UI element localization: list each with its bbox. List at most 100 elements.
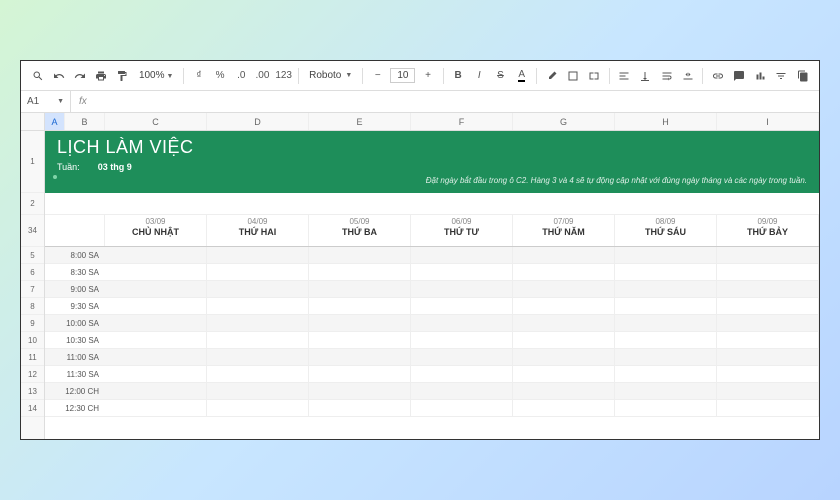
day-col[interactable]: 09/09THỨ BẢY: [717, 215, 819, 246]
time-row[interactable]: 8:30 SA: [45, 264, 819, 281]
paint-format-icon[interactable]: [114, 66, 131, 86]
time-slot[interactable]: [207, 264, 309, 280]
more-formats-icon[interactable]: 123: [275, 66, 292, 86]
time-slot[interactable]: [207, 298, 309, 314]
bold-icon[interactable]: B: [450, 66, 467, 86]
time-slot[interactable]: [309, 332, 411, 348]
filter-icon[interactable]: [773, 66, 790, 86]
time-slot[interactable]: [411, 332, 513, 348]
time-slot[interactable]: [309, 247, 411, 263]
day-col[interactable]: 05/09THỨ BA: [309, 215, 411, 246]
banner[interactable]: LỊCH LÀM VIỆC Tuần: 03 thg 9 Đặt ngày bắ…: [45, 131, 819, 193]
time-slot[interactable]: [615, 281, 717, 297]
time-row[interactable]: 9:00 SA: [45, 281, 819, 298]
time-slot[interactable]: [615, 383, 717, 399]
time-slot[interactable]: [411, 281, 513, 297]
row-header[interactable]: 13: [21, 383, 44, 400]
time-row[interactable]: 10:30 SA: [45, 332, 819, 349]
time-slot[interactable]: [411, 349, 513, 365]
time-slot[interactable]: [309, 281, 411, 297]
row-header[interactable]: 12: [21, 366, 44, 383]
time-slot[interactable]: [207, 400, 309, 416]
search-icon[interactable]: [29, 66, 46, 86]
col-header-a[interactable]: A: [45, 113, 65, 130]
time-slot[interactable]: [717, 247, 819, 263]
row-header[interactable]: 2: [21, 193, 44, 215]
time-slot[interactable]: [513, 349, 615, 365]
decimal-increase-icon[interactable]: .00: [254, 66, 271, 86]
time-slot[interactable]: [513, 281, 615, 297]
currency-icon[interactable]: ₫: [190, 66, 207, 86]
row-header[interactable]: 11: [21, 349, 44, 366]
time-slot[interactable]: [513, 247, 615, 263]
time-slot[interactable]: [105, 281, 207, 297]
time-slot[interactable]: [105, 247, 207, 263]
col-header-i[interactable]: I: [717, 113, 819, 130]
undo-icon[interactable]: [50, 66, 67, 86]
link-icon[interactable]: [709, 66, 726, 86]
row-header[interactable]: 5: [21, 247, 44, 264]
time-slot[interactable]: [309, 315, 411, 331]
time-slot[interactable]: [207, 315, 309, 331]
time-slot[interactable]: [411, 383, 513, 399]
italic-icon[interactable]: I: [471, 66, 488, 86]
time-slot[interactable]: [309, 264, 411, 280]
time-slot[interactable]: [717, 400, 819, 416]
row-header[interactable]: 8: [21, 298, 44, 315]
time-slot[interactable]: [717, 298, 819, 314]
time-row[interactable]: 11:00 SA: [45, 349, 819, 366]
time-row[interactable]: 11:30 SA: [45, 366, 819, 383]
time-slot[interactable]: [309, 349, 411, 365]
print-icon[interactable]: [93, 66, 110, 86]
more-icon[interactable]: [794, 66, 811, 86]
day-col[interactable]: 07/09THỨ NĂM: [513, 215, 615, 246]
time-slot[interactable]: [411, 400, 513, 416]
time-slot[interactable]: [717, 383, 819, 399]
font-size-plus-icon[interactable]: +: [419, 66, 436, 86]
day-col[interactable]: 08/09THỨ SÁU: [615, 215, 717, 246]
time-slot[interactable]: [717, 349, 819, 365]
decimal-decrease-icon[interactable]: .0: [233, 66, 250, 86]
rotate-icon[interactable]: [679, 66, 696, 86]
time-slot[interactable]: [615, 332, 717, 348]
col-header-e[interactable]: E: [309, 113, 411, 130]
row-header[interactable]: 14: [21, 400, 44, 417]
time-slot[interactable]: [105, 315, 207, 331]
time-slot[interactable]: [615, 349, 717, 365]
time-row[interactable]: 10:00 SA: [45, 315, 819, 332]
time-slot[interactable]: [513, 400, 615, 416]
merge-icon[interactable]: [586, 66, 603, 86]
time-slot[interactable]: [615, 264, 717, 280]
col-header-h[interactable]: H: [615, 113, 717, 130]
time-slot[interactable]: [207, 349, 309, 365]
col-header-c[interactable]: C: [105, 113, 207, 130]
zoom-select[interactable]: 100%▼: [135, 70, 178, 81]
redo-icon[interactable]: [71, 66, 88, 86]
time-slot[interactable]: [207, 281, 309, 297]
time-slot[interactable]: [411, 298, 513, 314]
time-slot[interactable]: [309, 366, 411, 382]
time-slot[interactable]: [615, 400, 717, 416]
time-slot[interactable]: [309, 400, 411, 416]
row-header[interactable]: 34: [21, 215, 44, 247]
time-slot[interactable]: [717, 315, 819, 331]
col-header-f[interactable]: F: [411, 113, 513, 130]
percent-icon[interactable]: %: [212, 66, 229, 86]
time-slot[interactable]: [513, 298, 615, 314]
time-slot[interactable]: [717, 366, 819, 382]
time-slot[interactable]: [207, 366, 309, 382]
time-slot[interactable]: [411, 366, 513, 382]
row-header[interactable]: 6: [21, 264, 44, 281]
day-col[interactable]: 06/09THỨ TƯ: [411, 215, 513, 246]
time-row[interactable]: 12:30 CH: [45, 400, 819, 417]
row-header[interactable]: 9: [21, 315, 44, 332]
col-header-b[interactable]: B: [65, 113, 105, 130]
time-slot[interactable]: [105, 383, 207, 399]
row-header[interactable]: 7: [21, 281, 44, 298]
font-size-minus-icon[interactable]: −: [369, 66, 386, 86]
time-slot[interactable]: [513, 264, 615, 280]
time-slot[interactable]: [717, 281, 819, 297]
time-slot[interactable]: [105, 400, 207, 416]
time-slot[interactable]: [411, 315, 513, 331]
time-slot[interactable]: [717, 264, 819, 280]
